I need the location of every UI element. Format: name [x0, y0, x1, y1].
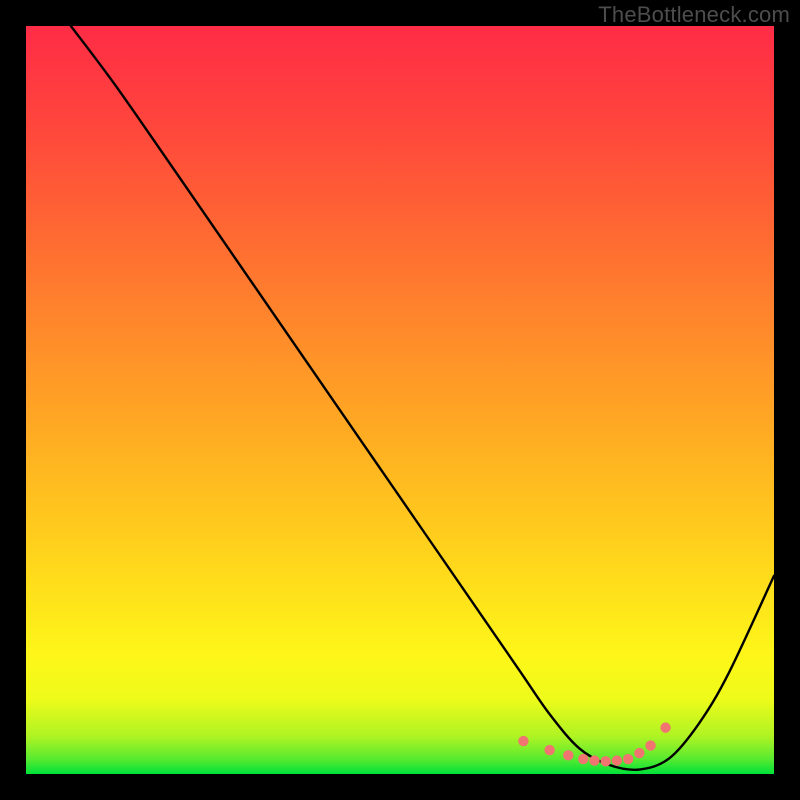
chart-frame: TheBottleneck.com [0, 0, 800, 800]
watermark-text: TheBottleneck.com [598, 2, 790, 28]
chart-background-gradient [26, 26, 774, 774]
